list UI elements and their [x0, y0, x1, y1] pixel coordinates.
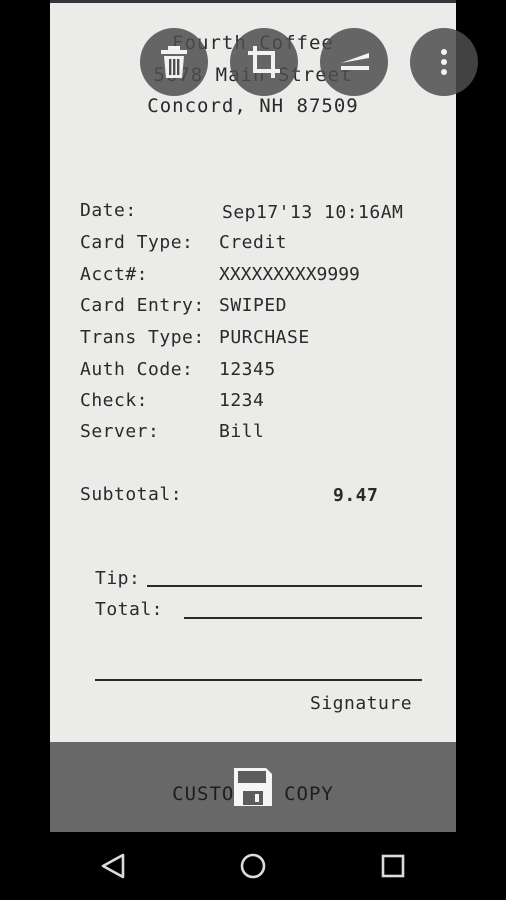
crop-icon — [248, 46, 280, 78]
card-type-value: Credit — [219, 232, 288, 253]
auth-code-value: 12345 — [219, 359, 276, 380]
total-label: Total: — [95, 599, 164, 620]
acct-value: XXXXXXXXX9999 — [219, 264, 360, 285]
auth-code-label: Auth Code: — [80, 359, 194, 380]
signature-label: Signature — [310, 693, 413, 714]
check-label: Check: — [80, 390, 149, 411]
circle-home-icon — [240, 853, 266, 879]
store-city: Concord, NH 87509 — [147, 95, 359, 117]
date-label: Date: — [80, 200, 137, 221]
trans-type-label: Trans Type: — [80, 327, 205, 348]
bottom-panel: CUSTOMER COPY — [50, 742, 456, 832]
navigation-bar — [0, 832, 506, 900]
card-entry-label: Card Entry: — [80, 295, 205, 316]
server-label: Server: — [80, 421, 160, 442]
square-recents-icon — [381, 854, 405, 878]
delete-button[interactable] — [140, 28, 208, 96]
check-value: 1234 — [219, 390, 265, 411]
tip-label: Tip: — [95, 568, 141, 589]
triangle-back-icon — [101, 853, 125, 879]
trans-type-value: PURCHASE — [219, 327, 310, 348]
tip-line — [147, 585, 422, 587]
more-vert-icon — [441, 49, 447, 75]
more-options-button[interactable] — [410, 28, 478, 96]
back-button[interactable] — [96, 849, 130, 883]
trash-icon — [161, 46, 187, 78]
filter-icon — [341, 53, 369, 70]
card-entry-value: SWIPED — [219, 295, 288, 316]
card-type-label: Card Type: — [80, 232, 194, 253]
signature-line — [95, 679, 422, 681]
acct-label: Acct#: — [80, 264, 149, 285]
receipt-image: Fourth Coffee 5678 Main Street Concord, … — [50, 0, 456, 832]
server-value: Bill — [219, 421, 265, 442]
filter-button[interactable] — [320, 28, 388, 96]
home-button[interactable] — [236, 849, 270, 883]
crop-button[interactable] — [230, 28, 298, 96]
date-value: Sep17'13 10:16AM — [222, 202, 404, 223]
recents-button[interactable] — [376, 849, 410, 883]
subtotal-value: 9.47 — [333, 485, 379, 506]
save-button[interactable] — [233, 767, 273, 807]
floppy-disk-icon — [234, 768, 272, 806]
subtotal-label: Subtotal: — [80, 484, 183, 505]
total-line — [184, 617, 422, 619]
